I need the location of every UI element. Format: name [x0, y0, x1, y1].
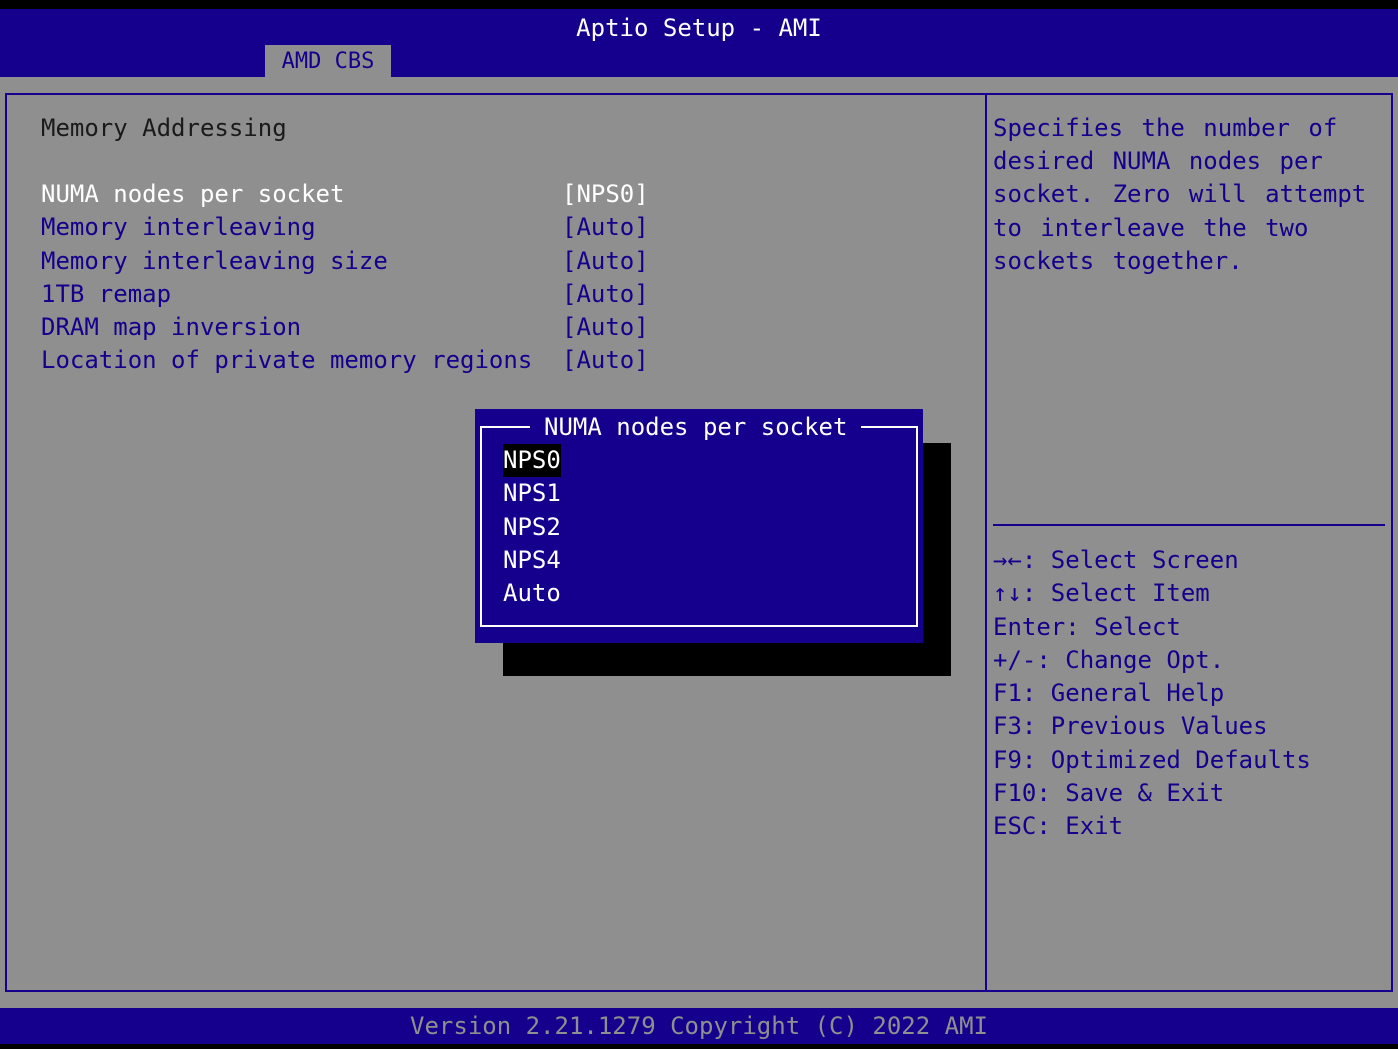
- help-divider: [993, 524, 1385, 526]
- setting-label: DRAM map inversion: [41, 313, 302, 342]
- option-nps0[interactable]: NPS0: [503, 444, 561, 478]
- tab-amd-cbs[interactable]: AMD CBS: [265, 45, 391, 77]
- setting-numa-nodes-per-socket[interactable]: NUMA nodes per socket [NPS0]: [41, 178, 661, 211]
- key-legend: →←: Select Screen ↑↓: Select Item Enter:…: [993, 544, 1311, 844]
- setting-label: 1TB remap: [41, 279, 172, 308]
- option-nps1[interactable]: NPS1: [503, 477, 561, 510]
- settings-list: NUMA nodes per socket [NPS0] Memory inte…: [41, 178, 661, 378]
- key-hint-optimized-defaults: F9: Optimized Defaults: [993, 745, 1311, 774]
- key-hint-save-exit: F10: Save & Exit: [993, 779, 1225, 808]
- setting-value: [Auto]: [562, 313, 649, 342]
- popup-title: NUMA nodes per socket: [530, 411, 862, 444]
- key-hint-general-help: F1: General Help: [993, 679, 1225, 708]
- setting-value: [Auto]: [562, 213, 649, 242]
- popup-options-list: NPS0 NPS1 NPS2 NPS4 Auto: [503, 444, 561, 610]
- key-hint-enter: Enter: Select: [993, 612, 1181, 641]
- option-label: NPS2: [503, 512, 561, 541]
- setting-label: Memory interleaving size: [41, 246, 388, 275]
- key-hint-previous-values: F3: Previous Values: [993, 712, 1268, 741]
- setting-label: Location of private memory regions: [41, 346, 533, 375]
- option-label: NPS4: [503, 545, 561, 574]
- setting-value: [NPS0]: [562, 180, 649, 208]
- option-label: NPS1: [503, 479, 561, 508]
- help-description: Specifies the number of desired NUMA nod…: [993, 114, 1367, 275]
- setting-dram-map-inversion[interactable]: DRAM map inversion [Auto]: [41, 311, 661, 344]
- version-text: Version 2.21.1279 Copyright (C) 2022 AMI: [410, 1012, 988, 1040]
- option-nps4[interactable]: NPS4: [503, 544, 561, 577]
- key-hint-change-opt: +/-: Change Opt.: [993, 645, 1225, 674]
- setting-1tb-remap[interactable]: 1TB remap [Auto]: [41, 278, 661, 311]
- app-title: Aptio Setup - AMI: [576, 14, 822, 42]
- section-title: Memory Addressing: [41, 114, 287, 142]
- setting-value: [Auto]: [562, 246, 649, 275]
- setting-memory-interleaving-size[interactable]: Memory interleaving size [Auto]: [41, 245, 661, 278]
- setting-value: [Auto]: [562, 346, 649, 375]
- option-label: Auto: [503, 579, 561, 608]
- setting-location-of-private-memory-regions[interactable]: Location of private memory regions [Auto…: [41, 344, 661, 377]
- setting-value: [Auto]: [562, 279, 649, 308]
- key-hint-exit: ESC: Exit: [993, 812, 1124, 841]
- option-nps2[interactable]: NPS2: [503, 511, 561, 544]
- option-label: NPS0: [503, 444, 561, 478]
- key-hint-select-screen: →←: Select Screen: [993, 546, 1239, 574]
- option-auto[interactable]: Auto: [503, 577, 561, 610]
- setting-label: NUMA nodes per socket: [41, 180, 345, 208]
- setting-label: Memory interleaving: [41, 213, 316, 242]
- key-hint-select-item: ↑↓: Select Item: [993, 579, 1210, 608]
- setting-memory-interleaving[interactable]: Memory interleaving [Auto]: [41, 211, 661, 244]
